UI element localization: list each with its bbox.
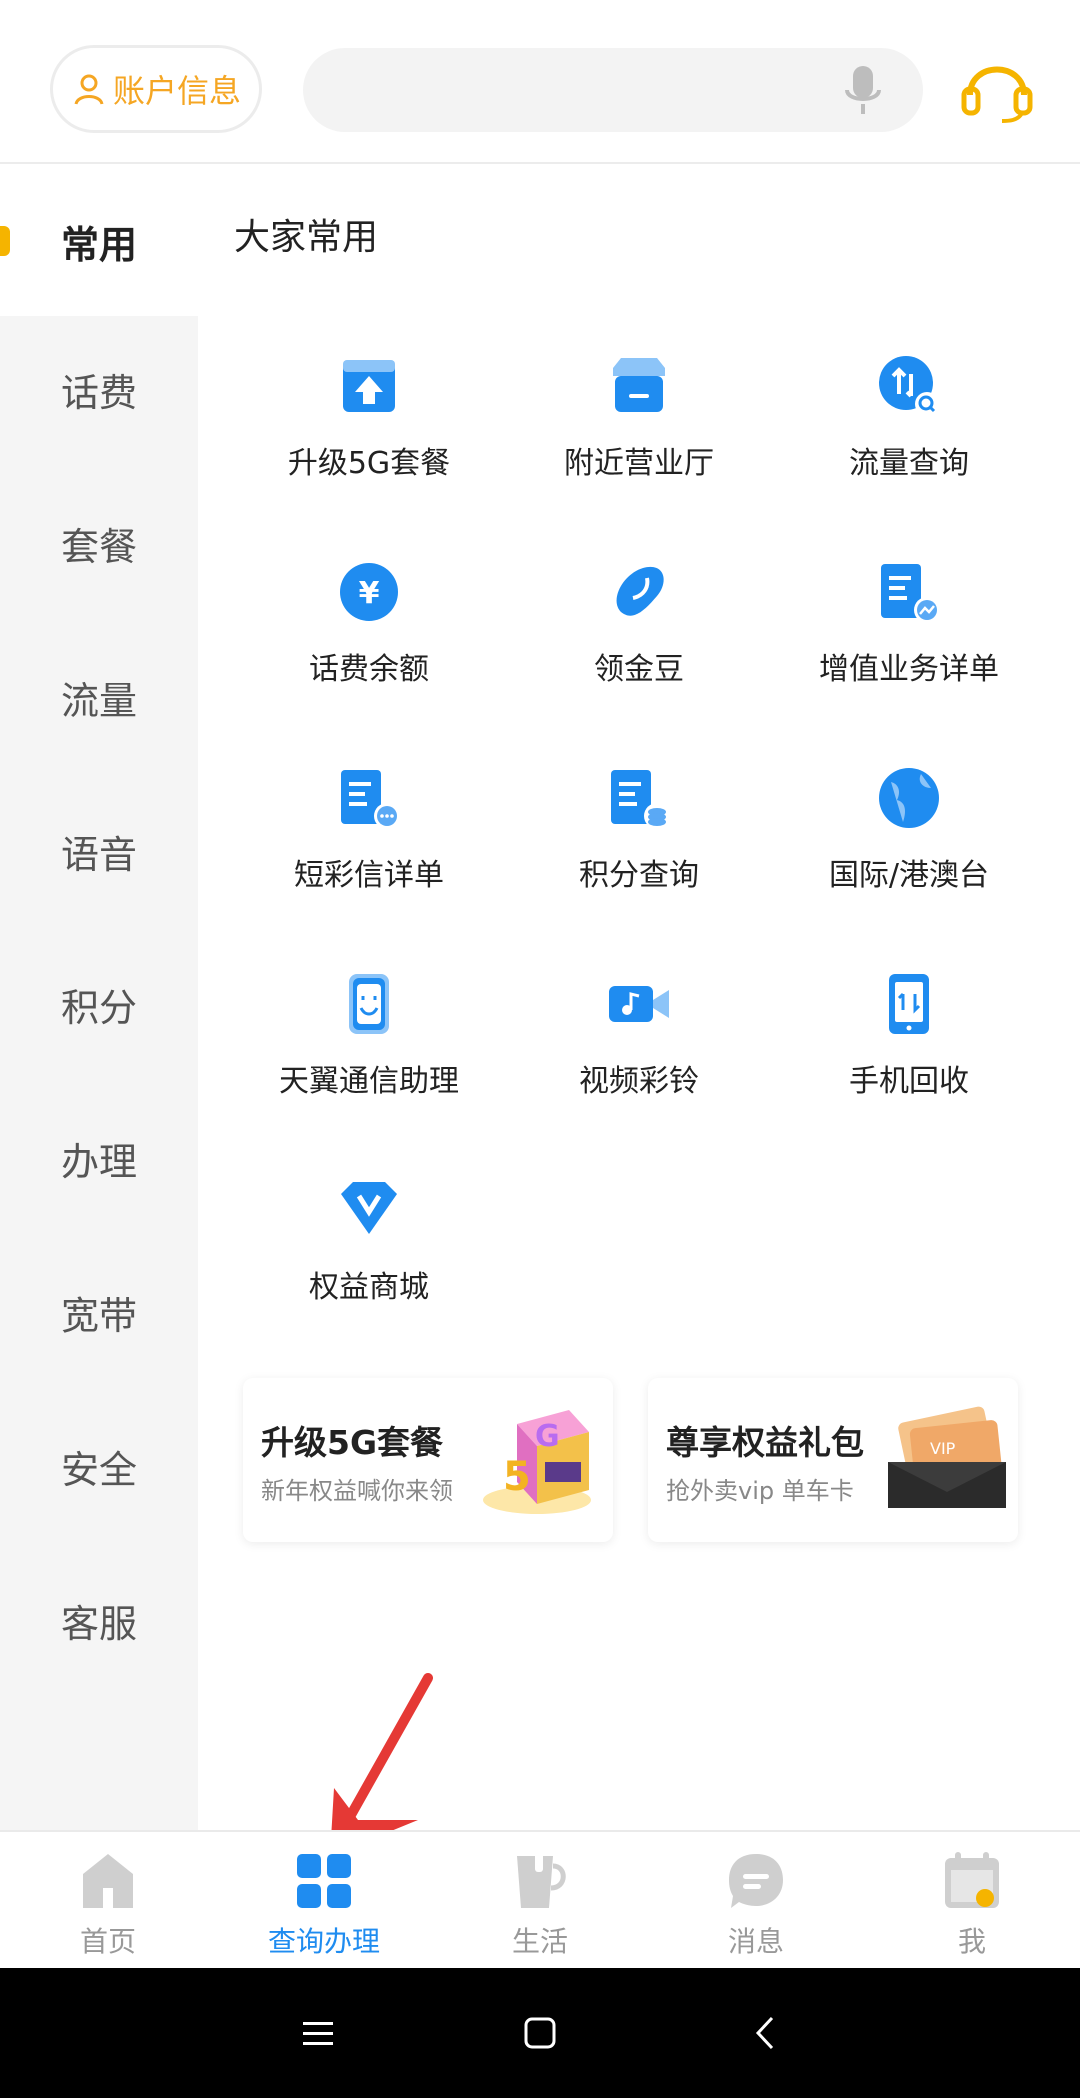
category-sidebar: 常用 话费 套餐 流量 语音 积分 办理 宽带 安全 客服	[0, 166, 198, 1830]
globe-icon	[879, 768, 939, 828]
user-icon	[74, 74, 104, 105]
top-header: 账户信息	[0, 0, 1080, 164]
grid-icon	[297, 1854, 351, 1908]
svg-text:VIP: VIP	[930, 1439, 956, 1458]
customer-service-headset-icon[interactable]	[960, 55, 1034, 125]
value-added-list-icon	[881, 564, 940, 623]
home-square-icon[interactable]	[519, 2012, 561, 2054]
sidebar-item-handle[interactable]: 办理	[0, 1083, 198, 1233]
phone-recycle-icon	[889, 974, 929, 1034]
grid-item-points-query[interactable]: 积分查询	[504, 766, 774, 936]
search-input[interactable]	[303, 48, 923, 132]
video-ringtone-icon	[609, 986, 669, 1022]
assistant-phone-icon	[349, 974, 389, 1034]
points-list-icon	[611, 770, 670, 829]
promo-title: 升级5G套餐	[261, 1423, 444, 1462]
store-icon	[613, 358, 665, 412]
sidebar-item-voice[interactable]: 语音	[0, 776, 198, 926]
vip-mall-icon	[341, 1182, 397, 1234]
sidebar-item-broadband[interactable]: 宽带	[0, 1237, 198, 1387]
grid-item-telecom-assistant[interactable]: 天翼通信助理	[234, 972, 504, 1142]
sidebar-item-data[interactable]: 流量	[0, 622, 198, 772]
nav-tab-me[interactable]: 我	[864, 1832, 1080, 1970]
svg-text:¥: ¥	[359, 576, 380, 611]
nav-tab-home[interactable]: 首页	[0, 1832, 216, 1970]
svg-text:5: 5	[503, 1454, 531, 1500]
promo-title: 尊享权益礼包	[666, 1423, 864, 1462]
grid-item-upgrade-5g[interactable]: 升级5G套餐	[234, 354, 504, 524]
bean-icon	[616, 566, 664, 616]
5g-gift-box-icon: 5 G	[483, 1410, 591, 1514]
account-info-button[interactable]: 账户信息	[50, 45, 262, 133]
promo-subtitle: 抢外卖vip 单车卡	[666, 1477, 854, 1505]
sidebar-item-security[interactable]: 安全	[0, 1391, 198, 1541]
sidebar-item-common[interactable]: 常用	[0, 166, 198, 316]
grid-item-gold-beans[interactable]: 领金豆	[504, 560, 774, 730]
grid-item-data-query[interactable]: 流量查询	[774, 354, 1044, 524]
svg-text:G: G	[535, 1419, 560, 1454]
account-info-label: 账户信息	[112, 72, 241, 110]
nav-tab-query[interactable]: 查询办理	[216, 1832, 432, 1970]
nav-tab-messages[interactable]: 消息	[648, 1832, 864, 1970]
grid-item-benefits-mall[interactable]: 权益商城	[234, 1178, 504, 1348]
sidebar-item-service[interactable]: 客服	[0, 1545, 198, 1695]
yuan-icon: ¥	[340, 563, 398, 621]
promo-card-vip-benefits[interactable]: 尊享权益礼包 抢外卖vip 单车卡 VIP	[648, 1378, 1018, 1542]
promo-card-upgrade-5g[interactable]: 升级5G套餐 新年权益喊你来领 5 G	[243, 1378, 613, 1542]
calendar-sign-icon	[945, 1852, 999, 1908]
cup-icon	[517, 1850, 566, 1908]
system-navigation-bar	[0, 1968, 1080, 2098]
section-title: 大家常用	[234, 217, 379, 258]
home-icon	[83, 1854, 133, 1908]
grid-item-phone-recycle[interactable]: 手机回收	[774, 972, 1044, 1142]
message-icon	[729, 1854, 783, 1908]
back-icon[interactable]	[746, 2012, 788, 2054]
nav-tab-life[interactable]: 生活	[432, 1832, 648, 1970]
upgrade-icon	[343, 360, 395, 412]
vip-card-envelope-icon: VIP	[888, 1406, 1006, 1508]
grid-item-nearby-store[interactable]: 附近营业厅	[504, 354, 774, 524]
grid-item-sms-list[interactable]: 短彩信详单	[234, 766, 504, 936]
sms-list-icon	[341, 770, 400, 829]
sidebar-item-points[interactable]: 积分	[0, 929, 198, 1079]
grid-item-international[interactable]: 国际/港澳台	[774, 766, 1044, 936]
data-query-icon	[879, 356, 939, 416]
bottom-navigation: 首页 查询办理 生活 消息 我	[0, 1830, 1080, 1968]
sidebar-item-plan[interactable]: 套餐	[0, 468, 198, 618]
menu-icon[interactable]	[297, 2012, 339, 2054]
sidebar-item-phone-bill[interactable]: 话费	[0, 314, 198, 464]
grid-item-balance[interactable]: ¥ 话费余额	[234, 560, 504, 730]
grid-item-value-added-list[interactable]: 增值业务详单	[774, 560, 1044, 730]
promo-subtitle: 新年权益喊你来领	[261, 1477, 453, 1505]
grid-item-video-ringtone[interactable]: 视频彩铃	[504, 972, 774, 1142]
microphone-icon[interactable]	[843, 64, 883, 116]
